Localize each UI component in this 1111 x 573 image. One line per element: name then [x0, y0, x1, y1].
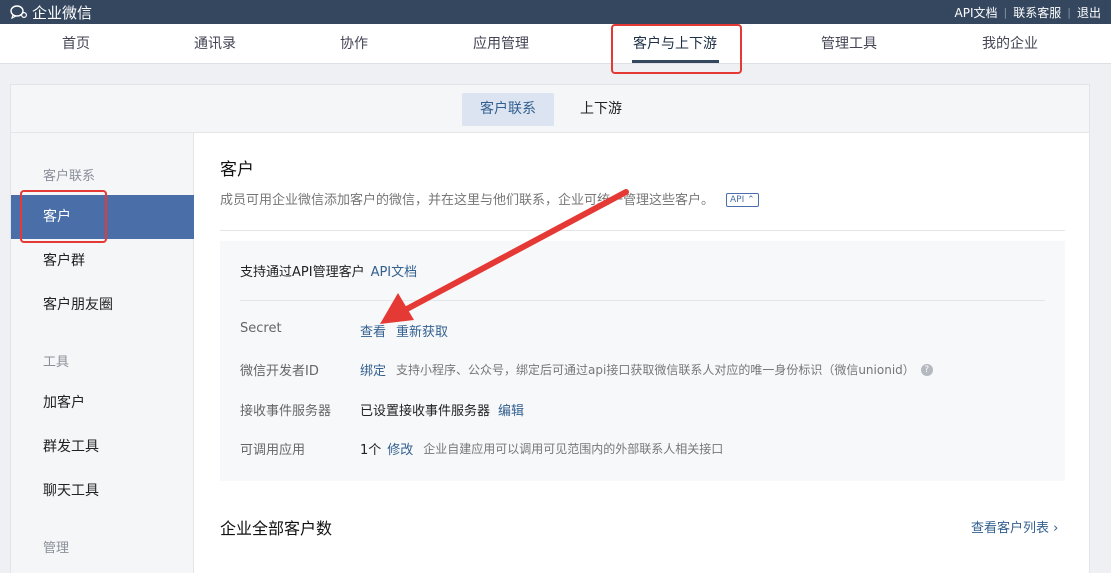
api-docs-link[interactable]: API文档: [371, 265, 418, 280]
developer-id-label: 微信开发者ID: [240, 364, 319, 379]
callable-apps-label: 可调用应用: [240, 443, 306, 458]
sidebar-heading-customer-contact: 客户联系: [43, 169, 96, 184]
sidebar-item-add-customer[interactable]: 加客户: [11, 381, 194, 425]
sub-tabs: 客户联系 上下游: [11, 85, 1089, 133]
sidebar-item-mass-message[interactable]: 群发工具: [11, 425, 194, 469]
api-badge[interactable]: API ⌃: [726, 193, 759, 207]
nav-contacts[interactable]: 通讯录: [194, 24, 236, 64]
refresh-secret-link[interactable]: 重新获取: [396, 321, 448, 340]
callable-apps-actions: 1个 修改 企业自建应用可以调用可见范围内的外部联系人相关接口: [360, 439, 723, 458]
divider: [240, 300, 1045, 301]
content-card: 客户联系 上下游 客户联系 客户 客户群 客户朋友圈 工具 加客户 群发工具 聊…: [10, 84, 1090, 573]
sidebar-heading-management: 管理: [43, 541, 70, 556]
edit-link[interactable]: 编辑: [498, 400, 524, 419]
annotation-box-sidebar: [20, 190, 107, 243]
contact-support-link[interactable]: 联系客服: [1013, 4, 1061, 21]
view-customer-list-link[interactable]: 查看客户列表 ›: [971, 517, 1058, 536]
page-description: 成员可用企业微信添加客户的微信，并在这里与他们联系，企业可统一管理这些客户。 AP…: [220, 189, 759, 208]
api-panel: 支持通过API管理客户 API文档 Secret 查看 重新获取 微信开发者ID …: [220, 241, 1065, 481]
logout-link[interactable]: 退出: [1077, 4, 1101, 21]
sidebar-item-moments[interactable]: 客户朋友圈: [11, 283, 194, 327]
modify-link[interactable]: 修改: [387, 439, 413, 458]
help-icon[interactable]: ?: [920, 363, 933, 376]
divider: |: [1067, 5, 1071, 19]
description-text: 成员可用企业微信添加客户的微信，并在这里与他们联系，企业可统一管理这些客户。: [220, 193, 715, 208]
apps-count: 1个: [360, 443, 382, 458]
secret-label: Secret: [240, 321, 282, 336]
view-secret-link[interactable]: 查看: [360, 321, 386, 340]
sidebar-item-customer-groups[interactable]: 客户群: [11, 239, 194, 283]
panel-header-text: 支持通过API管理客户: [240, 265, 365, 280]
nav-app-management[interactable]: 应用管理: [473, 24, 529, 64]
main-nav: 首页 通讯录 协作 应用管理 客户与上下游 管理工具 我的企业: [0, 24, 1111, 64]
brand-name: 企业微信: [32, 3, 93, 22]
page-title: 客户: [220, 160, 254, 180]
sidebar-item-chat-tools[interactable]: 聊天工具: [11, 469, 194, 513]
divider: [220, 230, 1065, 231]
event-server-actions: 已设置接收事件服务器 编辑: [360, 400, 524, 419]
nav-home[interactable]: 首页: [62, 24, 90, 64]
total-customers-title: 企业全部客户数: [220, 519, 333, 538]
api-docs-link[interactable]: API文档: [955, 4, 998, 21]
annotation-box-nav: [611, 24, 742, 74]
panel-header: 支持通过API管理客户 API文档: [240, 261, 417, 280]
nav-collaboration[interactable]: 协作: [340, 24, 368, 64]
secret-actions: 查看 重新获取: [360, 321, 448, 340]
developer-id-actions: 绑定 支持小程序、公众号，绑定后可通过api接口获取微信联系人对应的唯一身份标识…: [360, 360, 933, 379]
event-server-label: 接收事件服务器: [240, 404, 332, 419]
tab-upstream-downstream[interactable]: 上下游: [571, 93, 631, 126]
wecom-logo-icon: [10, 5, 28, 19]
callable-apps-description: 企业自建应用可以调用可见范围内的外部联系人相关接口: [423, 442, 724, 456]
brand-logo[interactable]: 企业微信: [10, 0, 92, 24]
top-bar: 企业微信 API文档 | 联系客服 | 退出: [0, 0, 1111, 24]
divider: |: [1003, 5, 1008, 19]
nav-my-enterprise[interactable]: 我的企业: [982, 24, 1038, 64]
sidebar-heading-tools: 工具: [43, 355, 70, 370]
event-server-value: 已设置接收事件服务器: [360, 404, 491, 419]
bind-link[interactable]: 绑定: [360, 360, 386, 379]
top-links: API文档 | 联系客服 | 退出: [955, 0, 1101, 24]
nav-management-tools[interactable]: 管理工具: [821, 24, 877, 64]
tab-customer-contact[interactable]: 客户联系: [462, 93, 554, 126]
developer-id-description: 支持小程序、公众号，绑定后可通过api接口获取微信联系人对应的唯一身份标识（微信…: [396, 363, 915, 377]
